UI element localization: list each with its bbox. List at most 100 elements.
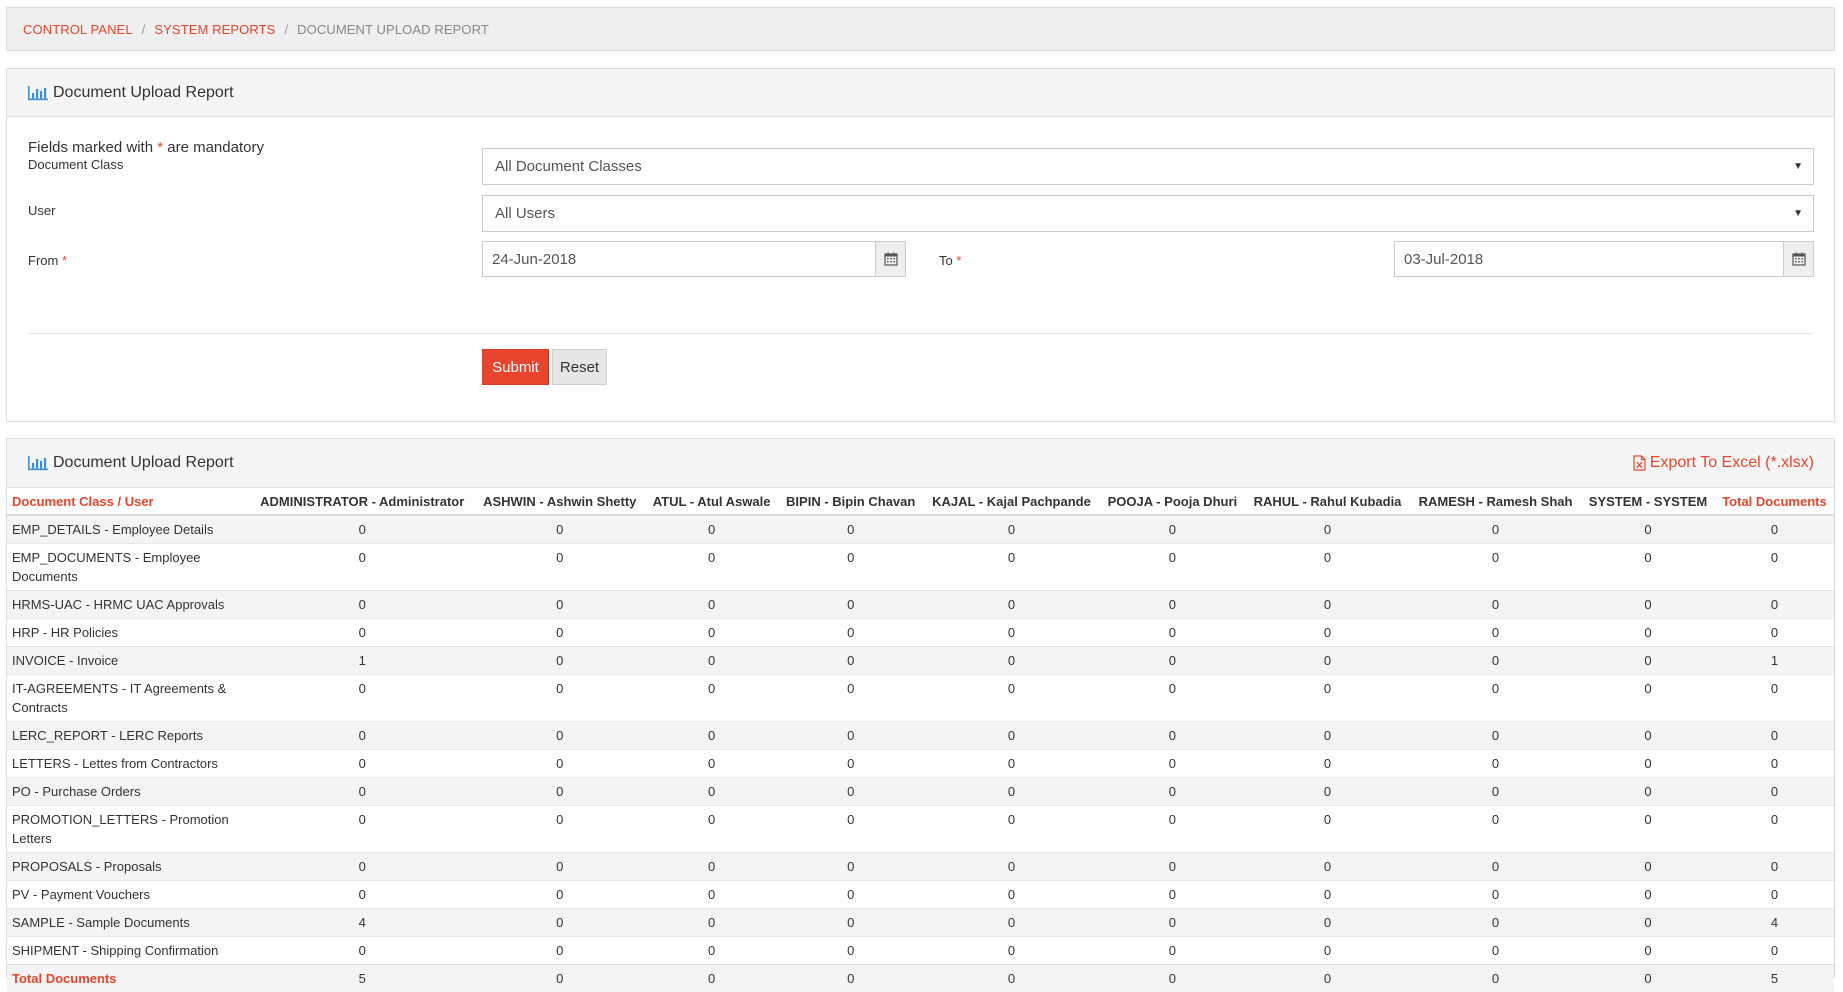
row-total-cell: 0: [1715, 544, 1834, 591]
table-cell: 0: [1245, 778, 1410, 806]
table-cell: 0: [645, 544, 778, 591]
row-total-cell: 0: [1715, 937, 1834, 965]
user-label: User: [28, 203, 55, 218]
table-cell: 0: [250, 881, 474, 909]
export-excel-label: Export To Excel (*.xlsx): [1650, 454, 1814, 472]
table-cell: 4: [250, 909, 474, 937]
table-cell: 0: [1581, 937, 1715, 965]
row-total-cell: 0: [1715, 722, 1834, 750]
table-cell: 0: [1581, 909, 1715, 937]
row-label: EMP_DETAILS - Employee Details: [7, 515, 250, 544]
row-total-cell: 0: [1715, 778, 1834, 806]
table-cell: 0: [474, 909, 645, 937]
table-cell: 0: [923, 722, 1099, 750]
table-cell: 0: [923, 647, 1099, 675]
table-row: HRMS-UAC - HRMC UAC Approvals0000000000: [7, 591, 1834, 619]
breadcrumb-separator: /: [142, 22, 146, 37]
table-cell: 0: [1581, 722, 1715, 750]
from-calendar-button[interactable]: [875, 241, 906, 277]
table-cell: 0: [1245, 750, 1410, 778]
table-cell: 0: [250, 778, 474, 806]
to-calendar-button[interactable]: [1783, 241, 1814, 277]
column-header-user[interactable]: SYSTEM - SYSTEM: [1581, 488, 1715, 515]
table-cell: 0: [474, 675, 645, 722]
breadcrumb-control-panel[interactable]: CONTROL PANEL: [23, 22, 133, 37]
table-cell: 0: [645, 937, 778, 965]
table-row: LETTERS - Lettes from Contractors0000000…: [7, 750, 1834, 778]
table-cell: 0: [474, 591, 645, 619]
table-cell: 0: [1410, 515, 1581, 544]
row-label: PROPOSALS - Proposals: [7, 853, 250, 881]
column-header-total[interactable]: Total Documents: [1715, 488, 1834, 515]
column-header-user[interactable]: POOJA - Pooja Dhuri: [1100, 488, 1245, 515]
column-header-user[interactable]: BIPIN - Bipin Chavan: [778, 488, 923, 515]
table-cell: 0: [645, 881, 778, 909]
table-cell: 0: [1245, 806, 1410, 853]
table-cell: 0: [1410, 544, 1581, 591]
table-cell: 0: [778, 806, 923, 853]
table-row: SAMPLE - Sample Documents4000000004: [7, 909, 1834, 937]
column-header-user[interactable]: KAJAL - Kajal Pachpande: [923, 488, 1099, 515]
user-select[interactable]: All Users ▼: [482, 195, 1814, 232]
reset-button[interactable]: Reset: [552, 349, 607, 385]
table-footer-row: Total Documents5000000005: [7, 965, 1834, 992]
table-cell: 0: [778, 675, 923, 722]
report-panel-heading: Document Upload Report Export To Excel (…: [7, 439, 1834, 488]
table-cell: 0: [1245, 881, 1410, 909]
row-label: INVOICE - Invoice: [7, 647, 250, 675]
table-cell: 0: [923, 778, 1099, 806]
table-cell: 0: [1100, 515, 1245, 544]
table-header-row: Document Class / User ADMINISTRATOR - Ad…: [7, 488, 1834, 515]
table-row: HRP - HR Policies0000000000: [7, 619, 1834, 647]
table-cell: 0: [923, 591, 1099, 619]
table-row: PROPOSALS - Proposals0000000000: [7, 853, 1834, 881]
table-cell: 0: [1581, 881, 1715, 909]
table-cell: 0: [1410, 909, 1581, 937]
column-header-user[interactable]: ADMINISTRATOR - Administrator: [250, 488, 474, 515]
document-class-select[interactable]: All Document Classes ▼: [482, 148, 1814, 185]
table-cell: 0: [645, 750, 778, 778]
table-cell: 0: [778, 881, 923, 909]
breadcrumb-system-reports[interactable]: SYSTEM REPORTS: [154, 22, 275, 37]
table-cell: 0: [474, 722, 645, 750]
row-total-cell: 1: [1715, 647, 1834, 675]
column-header-user[interactable]: RAMESH - Ramesh Shah: [1410, 488, 1581, 515]
table-cell: 0: [250, 619, 474, 647]
table-cell: 0: [645, 778, 778, 806]
column-header-user[interactable]: RAHUL - Rahul Kubadia: [1245, 488, 1410, 515]
to-date-input[interactable]: 03-Jul-2018: [1394, 241, 1814, 277]
table-cell: 0: [778, 750, 923, 778]
table-cell: 0: [1245, 909, 1410, 937]
table-cell: 0: [645, 591, 778, 619]
export-excel-link[interactable]: Export To Excel (*.xlsx): [1633, 454, 1814, 472]
table-cell: 0: [1100, 806, 1245, 853]
table-cell: 0: [250, 544, 474, 591]
table-cell: 0: [250, 853, 474, 881]
table-row: IT-AGREEMENTS - IT Agreements & Contract…: [7, 675, 1834, 722]
column-header-user[interactable]: ATUL - Atul Aswale: [645, 488, 778, 515]
table-cell: 0: [1581, 778, 1715, 806]
table-cell: 0: [923, 544, 1099, 591]
table-cell: 0: [645, 722, 778, 750]
filter-panel: Document Upload Report Fields marked wit…: [6, 68, 1835, 422]
table-cell: 0: [1245, 619, 1410, 647]
table-cell: 0: [474, 778, 645, 806]
from-date-input[interactable]: 24-Jun-2018: [482, 241, 906, 277]
document-class-value: All Document Classes: [495, 158, 642, 175]
table-cell: 0: [250, 750, 474, 778]
table-cell: 0: [1581, 591, 1715, 619]
row-total-cell: 0: [1715, 750, 1834, 778]
table-cell: 0: [778, 619, 923, 647]
table-cell: 0: [1245, 937, 1410, 965]
table-cell: 0: [250, 722, 474, 750]
table-cell: 0: [1100, 937, 1245, 965]
table-cell: 0: [1410, 853, 1581, 881]
table-row: PROMOTION_LETTERS - Promotion Letters000…: [7, 806, 1834, 853]
column-header-user[interactable]: ASHWIN - Ashwin Shetty: [474, 488, 645, 515]
column-header-document-class[interactable]: Document Class / User: [7, 488, 250, 515]
table-row: PO - Purchase Orders0000000000: [7, 778, 1834, 806]
table-cell: 0: [1410, 937, 1581, 965]
table-cell: 0: [1410, 778, 1581, 806]
submit-button[interactable]: Submit: [482, 349, 549, 385]
table-cell: 0: [923, 515, 1099, 544]
